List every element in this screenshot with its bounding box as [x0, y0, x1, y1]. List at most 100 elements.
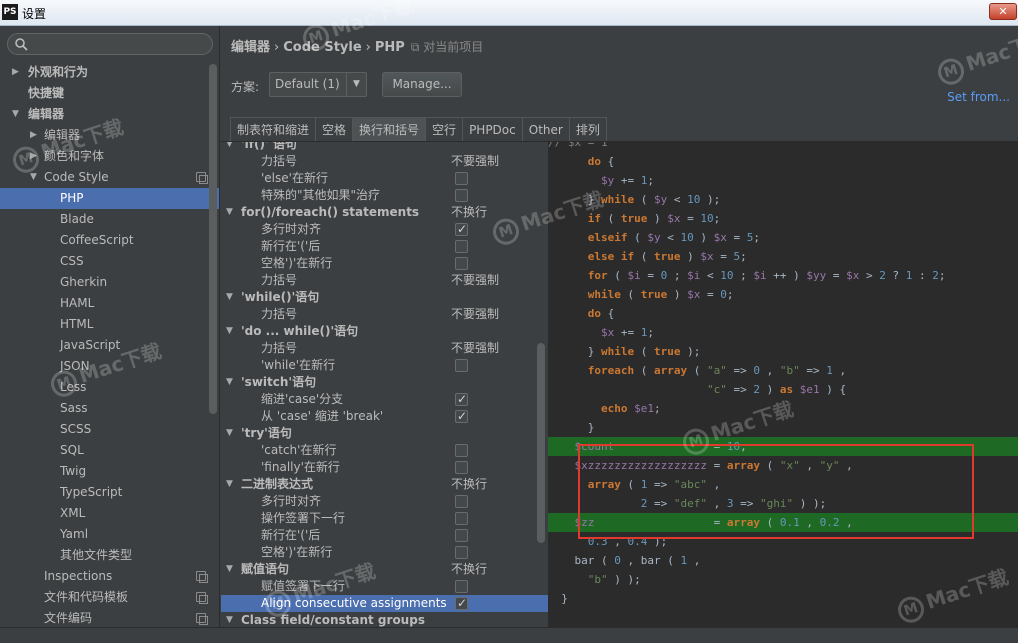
- sidebar-item[interactable]: ▼ 编辑器: [0, 104, 219, 125]
- option-row[interactable]: 'else'在新行: [221, 170, 548, 187]
- option-value[interactable]: 不换行: [451, 204, 487, 221]
- option-row[interactable]: 力括号 不要强制: [221, 340, 548, 357]
- option-group[interactable]: ▼ Class field/constant groups: [221, 612, 548, 627]
- option-checkbox[interactable]: [455, 529, 468, 542]
- sidebar-item[interactable]: CoffeeScript: [0, 230, 219, 251]
- expand-arrow-icon[interactable]: ▼: [226, 561, 233, 578]
- option-row[interactable]: 缩进'case'分支: [221, 391, 548, 408]
- option-row[interactable]: Align consecutive assignments: [221, 595, 548, 612]
- tab-4[interactable]: PHPDoc: [462, 117, 523, 141]
- sidebar-item[interactable]: TypeScript: [0, 482, 219, 503]
- tab-5[interactable]: Other: [521, 117, 570, 141]
- expand-arrow-icon[interactable]: ▼: [226, 476, 233, 493]
- option-checkbox[interactable]: [455, 512, 468, 525]
- expand-arrow-icon[interactable]: ▼: [226, 204, 233, 221]
- option-value[interactable]: 不要强制: [451, 272, 499, 289]
- option-checkbox[interactable]: [455, 391, 468, 408]
- tab-3[interactable]: 空行: [425, 117, 464, 141]
- close-button[interactable]: ✕: [989, 3, 1017, 20]
- sidebar-item[interactable]: Gherkin: [0, 272, 219, 293]
- sidebar-item[interactable]: SQL: [0, 440, 219, 461]
- sidebar-item[interactable]: ▶ 颜色和字体: [0, 146, 219, 167]
- option-checkbox[interactable]: [455, 444, 468, 457]
- expand-arrow-icon[interactable]: ▼: [226, 374, 233, 391]
- sidebar-item[interactable]: ▶ 外观和行为: [0, 62, 219, 83]
- expand-arrow-icon[interactable]: ▼: [226, 425, 233, 442]
- set-from-link[interactable]: Set from...: [947, 90, 1010, 104]
- collapse-arrow-icon[interactable]: ▶: [30, 146, 37, 167]
- option-row[interactable]: 'catch'在新行: [221, 442, 548, 459]
- option-row[interactable]: 'finally'在新行: [221, 459, 548, 476]
- scheme-dropdown[interactable]: Default (1) ▼: [269, 72, 367, 97]
- sidebar-scrollbar[interactable]: [209, 64, 217, 414]
- option-row[interactable]: 力括号 不要强制: [221, 272, 548, 289]
- sidebar-item[interactable]: SCSS: [0, 419, 219, 440]
- sidebar-item[interactable]: PHP: [0, 188, 219, 209]
- option-row[interactable]: 空格')'在新行: [221, 255, 548, 272]
- sidebar-item[interactable]: JSON: [0, 356, 219, 377]
- sidebar-item[interactable]: 文件编码: [0, 608, 219, 627]
- option-group[interactable]: ▼ 'if()' 语句: [221, 142, 548, 153]
- expand-arrow-icon[interactable]: ▼: [226, 289, 233, 306]
- option-group[interactable]: ▼ 'do ... while()'语句: [221, 323, 548, 340]
- option-checkbox[interactable]: [455, 172, 468, 185]
- expand-arrow-icon[interactable]: ▼: [226, 323, 233, 340]
- option-row[interactable]: 从 'case' 缩进 'break': [221, 408, 548, 425]
- sidebar-item[interactable]: HAML: [0, 293, 219, 314]
- option-value[interactable]: 不换行: [451, 476, 487, 493]
- option-checkbox[interactable]: [455, 221, 468, 238]
- option-row[interactable]: 力括号 不要强制: [221, 153, 548, 170]
- option-value[interactable]: 不要强制: [451, 340, 499, 357]
- expand-arrow-icon[interactable]: ▼: [30, 167, 37, 188]
- option-value[interactable]: 不换行: [451, 561, 487, 578]
- collapse-arrow-icon[interactable]: ▶: [12, 62, 19, 83]
- sidebar-item[interactable]: Twig: [0, 461, 219, 482]
- option-group[interactable]: ▼ 赋值语句 不换行: [221, 561, 548, 578]
- option-checkbox[interactable]: [455, 546, 468, 559]
- sidebar-item[interactable]: 文件和代码模板: [0, 587, 219, 608]
- sidebar-item[interactable]: Inspections: [0, 566, 219, 587]
- expand-arrow-icon[interactable]: ▼: [226, 612, 233, 627]
- sidebar-item[interactable]: Sass: [0, 398, 219, 419]
- option-checkbox[interactable]: [455, 495, 468, 508]
- sidebar-item[interactable]: 快捷键: [0, 83, 219, 104]
- option-row[interactable]: 'while'在新行: [221, 357, 548, 374]
- sidebar-item[interactable]: ▼ Code Style: [0, 167, 219, 188]
- option-group[interactable]: ▼ 二进制表达式 不换行: [221, 476, 548, 493]
- collapse-arrow-icon[interactable]: ▶: [30, 125, 37, 146]
- option-checkbox[interactable]: [455, 595, 468, 612]
- option-row[interactable]: 特殊的"其他如果"治疗: [221, 187, 548, 204]
- option-row[interactable]: 力括号 不要强制: [221, 306, 548, 323]
- option-value[interactable]: 不要强制: [451, 306, 499, 323]
- option-checkbox[interactable]: [455, 408, 468, 425]
- expand-arrow-icon[interactable]: ▼: [12, 104, 19, 125]
- option-row[interactable]: 多行时对齐: [221, 221, 548, 238]
- expand-arrow-icon[interactable]: ▼: [226, 142, 233, 153]
- sidebar-item[interactable]: ▶ 编辑器: [0, 125, 219, 146]
- option-row[interactable]: 新行在'('后: [221, 527, 548, 544]
- option-checkbox[interactable]: [455, 257, 468, 270]
- tab-1[interactable]: 空格: [315, 117, 354, 141]
- option-row[interactable]: 空格')'在新行: [221, 544, 548, 561]
- sidebar-item[interactable]: Yaml: [0, 524, 219, 545]
- manage-button[interactable]: Manage...: [382, 72, 462, 97]
- sidebar-item[interactable]: CSS: [0, 251, 219, 272]
- tab-2[interactable]: 换行和括号: [352, 117, 427, 141]
- option-checkbox[interactable]: [455, 461, 468, 474]
- tab-6[interactable]: 排列: [568, 117, 607, 141]
- options-scrollbar[interactable]: [537, 343, 545, 543]
- sidebar-item[interactable]: HTML: [0, 314, 219, 335]
- option-checkbox[interactable]: [455, 189, 468, 202]
- option-checkbox[interactable]: [455, 580, 468, 593]
- option-value[interactable]: 不要强制: [451, 153, 499, 170]
- option-checkbox[interactable]: [455, 359, 468, 372]
- sidebar-item[interactable]: XML: [0, 503, 219, 524]
- option-checkbox[interactable]: [455, 240, 468, 253]
- option-group[interactable]: ▼ 'switch'语句: [221, 374, 548, 391]
- tab-0[interactable]: 制表符和缩进: [230, 117, 317, 141]
- sidebar-item[interactable]: Less: [0, 377, 219, 398]
- option-row[interactable]: 新行在'('后: [221, 238, 548, 255]
- option-row[interactable]: 多行时对齐: [221, 493, 548, 510]
- option-group[interactable]: ▼ 'try'语句: [221, 425, 548, 442]
- option-group[interactable]: ▼ 'while()'语句: [221, 289, 548, 306]
